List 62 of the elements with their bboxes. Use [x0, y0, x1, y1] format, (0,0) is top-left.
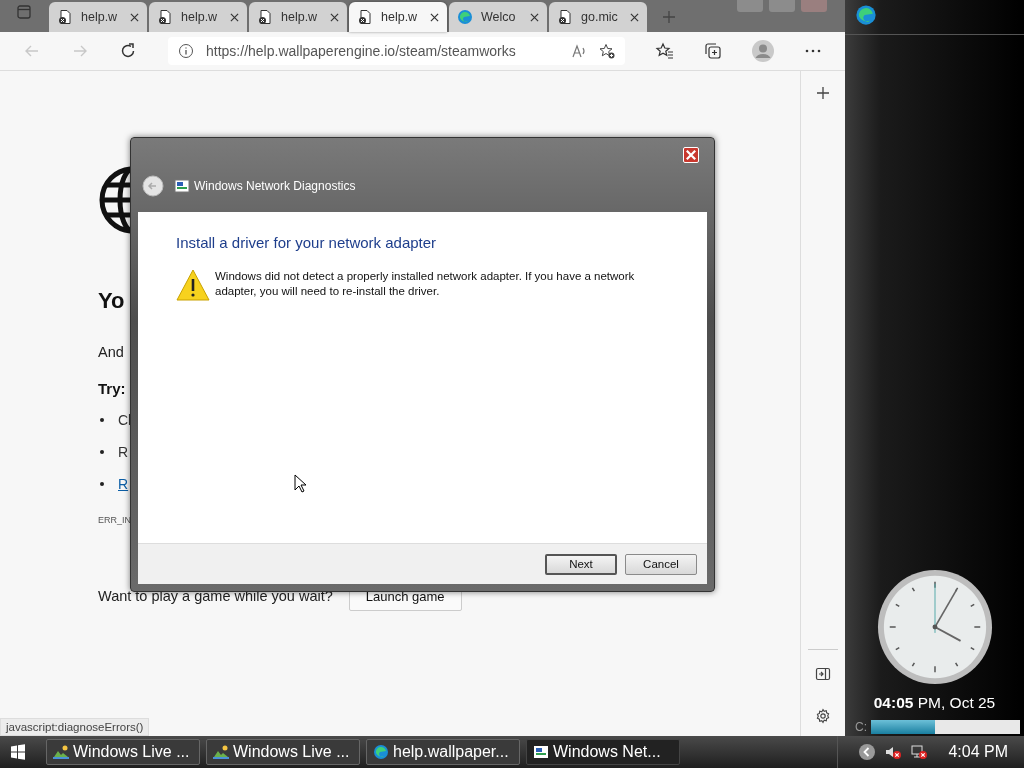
browser-tab[interactable]: help.w	[349, 2, 447, 32]
dialog-button[interactable]: Cancel	[625, 553, 697, 575]
close-button[interactable]	[683, 147, 699, 163]
photo-gallery-icon	[213, 744, 229, 760]
taskbar-button[interactable]: Windows Live ...	[46, 739, 200, 765]
edge-icon	[373, 744, 389, 760]
page-error-icon	[257, 9, 273, 25]
edge-icon	[457, 9, 473, 25]
read-aloud-icon[interactable]	[571, 43, 587, 59]
browser-tab[interactable]: Welco	[449, 2, 547, 32]
network-disconnected-icon[interactable]	[910, 743, 929, 761]
sidebar-toggle-icon[interactable]	[815, 666, 831, 682]
taskbar-clock[interactable]: 4:04 PM	[948, 743, 1008, 761]
dialog-title: Windows Network Diagnostics	[194, 179, 356, 193]
dialog-message: Windows did not detect a properly installed network adapter. If you have a network adapter, you will need to re-install the driver.	[215, 269, 636, 299]
taskbar-button[interactable]: Windows Live ...	[206, 739, 360, 765]
taskbar-button[interactable]: Windows Net...	[526, 739, 680, 765]
edge-icon	[855, 4, 877, 26]
browser-tab[interactable]: help.w	[49, 2, 147, 32]
mouse-cursor-icon	[294, 474, 306, 493]
browser-tab[interactable]: go.mic	[549, 2, 647, 32]
tab-actions-icon[interactable]	[16, 4, 32, 20]
add-favorite-icon[interactable]	[599, 43, 615, 59]
settings-icon[interactable]	[815, 708, 831, 724]
close-tab-icon[interactable]	[130, 12, 139, 22]
clock-date-text: 04:05 PM, Oct 25	[873, 694, 996, 712]
close-tab-icon[interactable]	[430, 12, 439, 22]
page-error-icon	[157, 9, 173, 25]
show-hidden-icons-icon[interactable]	[858, 743, 877, 761]
start-icon[interactable]	[10, 744, 26, 760]
page-text: And	[98, 344, 124, 360]
bullet-icon	[100, 482, 104, 486]
address-bar[interactable]: https://help.wallpaperengine.io/steam/steamworks	[168, 37, 625, 65]
globe-icon	[98, 165, 130, 235]
page-heading: Yo	[98, 288, 125, 314]
page-error-icon	[357, 9, 373, 25]
bullet-icon	[100, 450, 104, 454]
page-error-icon	[557, 9, 573, 25]
suggestion-text: Cl	[118, 412, 132, 428]
bullet-icon	[100, 418, 104, 422]
dialog-button[interactable]: Next	[545, 553, 617, 575]
suggestion-text: R	[118, 444, 129, 460]
browser-tab[interactable]: help.w	[249, 2, 347, 32]
dialog-heading: Install a driver for your network adapter	[176, 234, 438, 251]
network-diagnostics-icon	[533, 744, 549, 760]
drive-label: C:	[855, 720, 867, 734]
taskbar-button[interactable]: help.wallpaper...	[366, 739, 520, 765]
page-error-icon	[57, 9, 73, 25]
warning-icon	[176, 269, 210, 301]
info-icon	[178, 43, 194, 59]
suggestion-link[interactable]: R	[118, 476, 129, 492]
close-tab-icon[interactable]	[230, 12, 239, 22]
try-heading: Try:	[98, 380, 126, 397]
status-url: javascript:diagnoseErrors()	[0, 718, 150, 736]
browser-tab[interactable]: help.w	[149, 2, 247, 32]
close-tab-icon[interactable]	[530, 12, 539, 22]
photo-gallery-icon	[53, 744, 69, 760]
close-tab-icon[interactable]	[630, 12, 639, 22]
network-diagnostics-icon	[174, 178, 190, 194]
add-icon[interactable]	[815, 85, 831, 101]
error-code: ERR_IN	[98, 515, 131, 525]
close-tab-icon[interactable]	[330, 12, 339, 22]
